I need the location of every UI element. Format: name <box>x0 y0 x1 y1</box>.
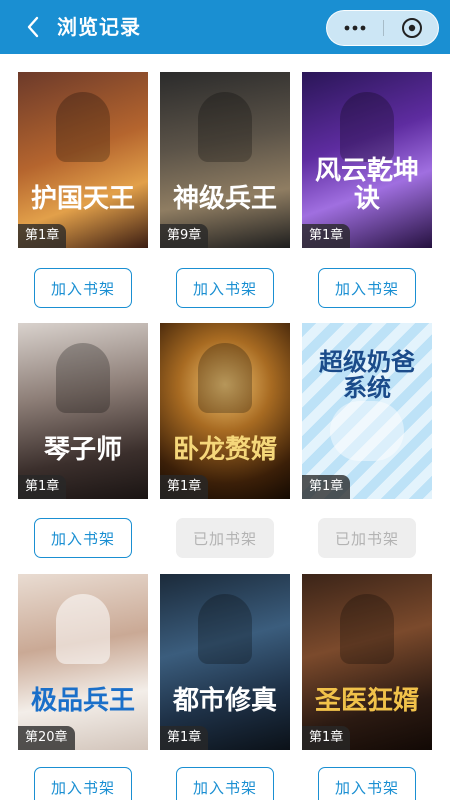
cover-art <box>198 343 252 413</box>
cover-title: 卧龙赘婿 <box>172 435 277 466</box>
cover-art <box>56 594 110 664</box>
more-button[interactable] <box>327 11 383 45</box>
chapter-badge: 第1章 <box>160 726 209 750</box>
page-title: 浏览记录 <box>57 15 141 39</box>
cover-title: 风云乾坤诀 <box>314 155 419 215</box>
book-cover[interactable]: 极品兵王 第20章 <box>18 574 148 750</box>
cover-title: 极品兵王 <box>30 686 135 717</box>
add-to-shelf-button[interactable]: 加入书架 <box>34 268 132 308</box>
chapter-badge: 第1章 <box>302 224 351 248</box>
chapter-badge: 第9章 <box>160 224 209 248</box>
in-shelf-button[interactable]: 已加书架 <box>318 518 416 558</box>
in-shelf-button[interactable]: 已加书架 <box>176 518 274 558</box>
cover-art <box>198 594 252 664</box>
book-cover[interactable]: 圣医狂婿 第1章 <box>302 574 432 750</box>
add-to-shelf-button[interactable]: 加入书架 <box>34 518 132 558</box>
chapter-badge: 第1章 <box>18 224 67 248</box>
cover-title: 护国天王 <box>30 184 135 215</box>
close-button[interactable] <box>384 11 440 45</box>
add-to-shelf-button[interactable]: 加入书架 <box>176 268 274 308</box>
chevron-left-icon <box>27 16 39 38</box>
cover-title: 圣医狂婿 <box>314 686 419 717</box>
cover-title: 神级兵王 <box>172 184 277 215</box>
book-cover[interactable]: 护国天王 第1章 <box>18 72 148 248</box>
chapter-badge: 第1章 <box>302 726 351 750</box>
chapter-badge: 第1章 <box>302 475 351 499</box>
add-to-shelf-button[interactable]: 加入书架 <box>176 767 274 800</box>
book-cover[interactable]: 超级奶爸系统 第1章 <box>302 323 432 499</box>
close-circle-icon <box>402 18 422 38</box>
book-cover[interactable]: 神级兵王 第9章 <box>160 72 290 248</box>
cover-art <box>198 92 252 162</box>
more-dots-icon <box>344 25 366 31</box>
cover-art <box>56 92 110 162</box>
book-cover[interactable]: 风云乾坤诀 第1章 <box>302 72 432 248</box>
add-to-shelf-button[interactable]: 加入书架 <box>318 268 416 308</box>
book-cover[interactable]: 卧龙赘婿 第1章 <box>160 323 290 499</box>
back-button[interactable] <box>20 14 46 40</box>
top-bar: 浏览记录 <box>0 0 450 54</box>
cover-art <box>56 343 110 413</box>
cover-art <box>330 401 404 461</box>
history-grid: 护国天王 第1章 加入书架 神级兵王 第9章 加入书架 风云乾坤诀 第1章 加入… <box>0 54 450 800</box>
add-to-shelf-button[interactable]: 加入书架 <box>318 767 416 800</box>
mini-program-capsule <box>326 10 439 46</box>
chapter-badge: 第20章 <box>18 726 75 750</box>
cover-title: 琴子师 <box>43 435 122 466</box>
book-cover[interactable]: 琴子师 第1章 <box>18 323 148 499</box>
cover-art <box>340 594 394 664</box>
book-cover[interactable]: 都市修真 第1章 <box>160 574 290 750</box>
cover-art <box>340 92 394 162</box>
cover-title: 都市修真 <box>172 686 277 717</box>
chapter-badge: 第1章 <box>18 475 67 499</box>
chapter-badge: 第1章 <box>160 475 209 499</box>
add-to-shelf-button[interactable]: 加入书架 <box>34 767 132 800</box>
cover-title: 超级奶爸系统 <box>319 347 415 403</box>
